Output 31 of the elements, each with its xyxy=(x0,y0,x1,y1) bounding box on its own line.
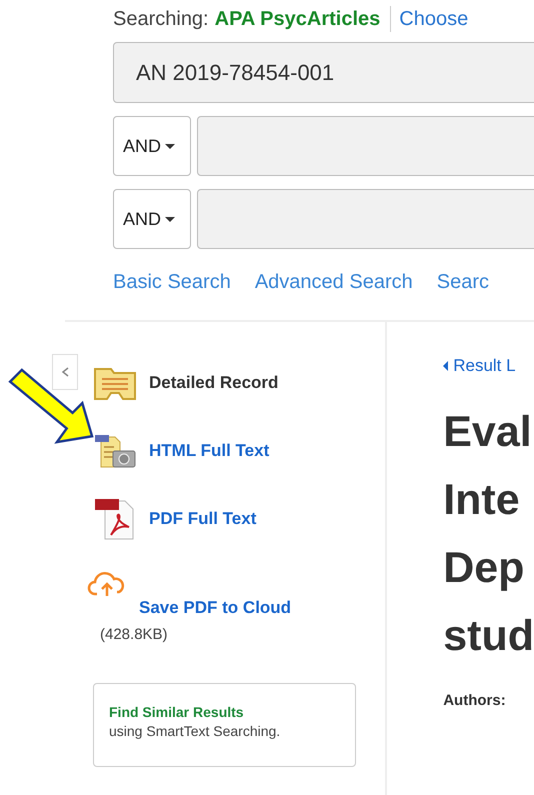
search-field[interactable] xyxy=(197,116,534,176)
article-title: Eval xyxy=(443,407,533,458)
operator-dropdown[interactable]: AND xyxy=(113,116,191,176)
find-similar-link[interactable]: Find Similar Results xyxy=(109,704,355,720)
caret-icon xyxy=(165,216,176,222)
chevron-icon xyxy=(61,367,69,377)
search-field[interactable]: AN 2019-78454-001 xyxy=(113,42,534,103)
document-camera-icon xyxy=(93,433,137,469)
caret-icon xyxy=(443,361,448,371)
operator-dropdown[interactable]: AND xyxy=(113,189,191,249)
result-list-link[interactable]: Result L xyxy=(443,356,534,376)
full-text-link[interactable]: Save PDF to Cloud xyxy=(139,598,292,618)
authors-label: Authors: xyxy=(443,692,507,709)
file-size: (428.8KB) xyxy=(100,626,169,643)
similar-description: using SmartText Searching. xyxy=(109,723,282,739)
article-title: stud xyxy=(443,611,534,662)
search-mode-link[interactable]: Basic Search xyxy=(113,271,231,294)
database-name: APA PsycArticles xyxy=(214,8,380,30)
folder-icon xyxy=(93,365,137,401)
article-title: Dep xyxy=(443,543,526,594)
choose-databases-link[interactable]: Choose xyxy=(399,8,468,30)
detailed-record-link[interactable]: Detailed Record xyxy=(149,373,278,393)
collapse-button[interactable] xyxy=(52,354,78,390)
search-field[interactable] xyxy=(197,189,534,249)
full-text-link[interactable]: PDF Full Text xyxy=(149,509,256,529)
search-mode-link[interactable]: Advanced Search xyxy=(254,271,413,294)
article-title: Inte xyxy=(443,475,521,526)
caret-icon xyxy=(165,144,176,148)
search-scope-label: Searching: xyxy=(113,8,209,30)
search-mode-link[interactable]: Searc xyxy=(436,271,489,294)
full-text-link[interactable]: HTML Full Text xyxy=(149,441,270,461)
